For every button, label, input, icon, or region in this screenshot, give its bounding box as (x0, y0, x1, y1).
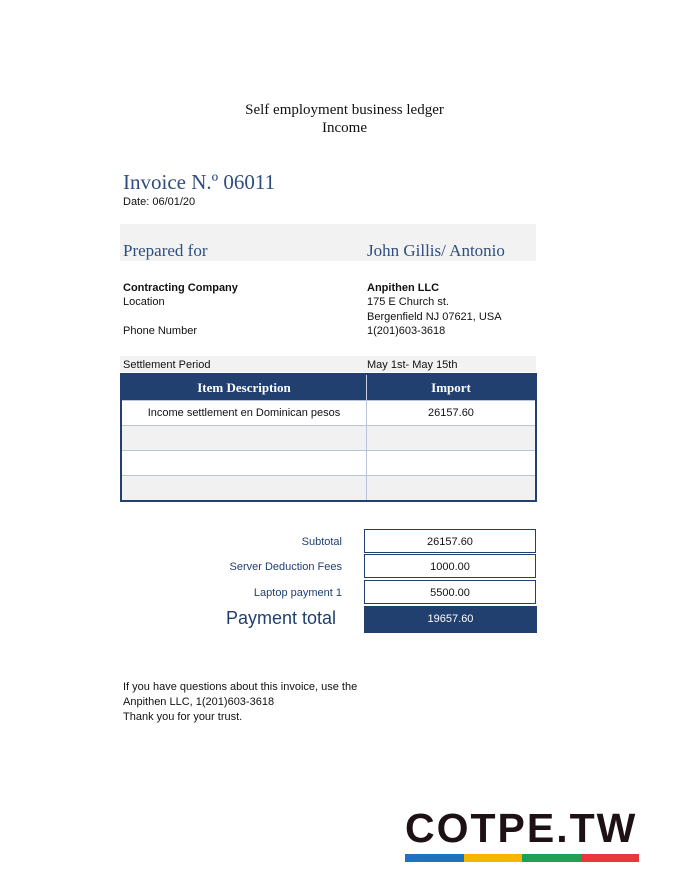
table-row (120, 475, 537, 502)
table-cell-description: Income settlement en Dominican pesos (120, 400, 367, 426)
ledger-subtitle: Income (322, 120, 367, 136)
invoice-number: Invoice N.º 06011 (123, 170, 276, 194)
table-cell-description (120, 425, 367, 451)
vendor-address-line1: 175 E Church st. (367, 296, 449, 308)
payment-total-label: Payment total (225, 608, 336, 628)
laptop-value: 5500.00 (364, 580, 536, 604)
vendor-phone: 1(201)603-3618 (367, 325, 446, 337)
footer-line: Anpithen LLC, 1(201)603-3618 (123, 696, 275, 708)
client-location: Location (123, 296, 165, 308)
table-cell-import (366, 475, 537, 502)
subtotal-label: Subtotal (301, 536, 342, 548)
header-import: Import (366, 374, 536, 401)
table-cell-import (366, 425, 537, 451)
logo-bar-yellow (463, 854, 522, 862)
vendor-address-line2: Bergenfield NJ 07621, USA (367, 311, 502, 323)
fees-label: Server Deduction Fees (229, 561, 343, 573)
table-cell-import (366, 450, 537, 476)
header-item-description: Item Description (121, 374, 367, 401)
items-table: Item Description Import Income settlemen… (120, 373, 537, 502)
payment-total-value: 19657.60 (364, 606, 537, 633)
vendor-name: Anpithen LLC (367, 282, 440, 294)
table-cell-import: 26157.60 (366, 400, 537, 426)
logo-bar-blue (405, 854, 464, 862)
table-cell-description (120, 450, 367, 476)
logo-bar-green (522, 854, 581, 862)
prepared-for-name: John Gillis/ Antonio (367, 241, 505, 260)
footer-line: If you have questions about this invoice… (123, 681, 358, 693)
logo-bar-red (580, 854, 639, 862)
client-phone-label: Phone Number (123, 325, 197, 337)
settlement-value: May 1st- May 15th (367, 359, 458, 371)
footer-note: If you have questions about this invoice… (123, 680, 357, 725)
laptop-label: Laptop payment 1 (253, 587, 342, 599)
fees-value: 1000.00 (364, 554, 536, 578)
table-row (120, 425, 537, 451)
logo-text: COTPE.TW (405, 805, 638, 851)
client-company: Contracting Company (123, 282, 238, 294)
site-logo: COTPE.TW (405, 806, 639, 862)
prepared-for-label: Prepared for (123, 241, 208, 260)
subtotal-value: 26157.60 (364, 529, 536, 553)
table-row: Income settlement en Dominican pesos 261… (120, 400, 537, 426)
footer-line: Thank you for your trust. (123, 711, 243, 723)
invoice-date: Date: 06/01/20 (123, 196, 196, 208)
logo-color-bars (405, 854, 639, 862)
table-row (120, 450, 537, 476)
settlement-label: Settlement Period (123, 359, 211, 371)
table-cell-description (120, 475, 367, 502)
ledger-title: Self employment business ledger (245, 102, 444, 118)
